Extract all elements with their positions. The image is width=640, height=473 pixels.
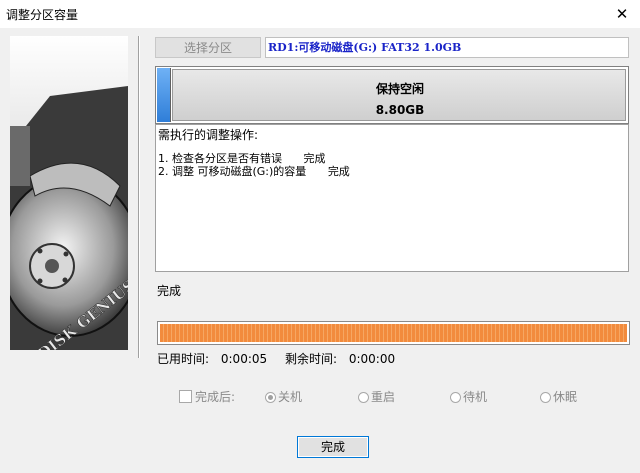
elapsed-label: 已用时间: <box>157 352 210 366</box>
partition-used-segment <box>157 68 171 122</box>
radio-icon[interactable] <box>265 392 276 403</box>
operations-list: 需执行的调整操作: 1. 检查各分区是否有错误 完成 2. 调整 可移动磁盘(G… <box>155 124 629 272</box>
status-text: 完成 <box>157 284 182 298</box>
disk-genius-logo-image: DISK GENIUS <box>10 36 128 350</box>
checkbox-icon[interactable] <box>179 390 192 403</box>
progress-fill <box>160 324 627 342</box>
dialog-window: 调整分区容量 ✕ DISK GENIUS 选择分区 RD1:可移动磁盘(G:) <box>0 0 640 473</box>
vertical-divider <box>138 36 140 358</box>
window-title: 调整分区容量 <box>6 8 79 22</box>
title-bar: 调整分区容量 ✕ <box>0 0 640 28</box>
progress-bar <box>157 321 630 345</box>
option-restart[interactable]: 重启 <box>358 388 395 405</box>
free-size: 8.80GB <box>375 103 425 117</box>
select-partition-button[interactable]: 选择分区 <box>155 37 261 58</box>
partition-map: 保持空闲 8.80GB <box>155 66 629 124</box>
time-info: 已用时间: 0:00:05 剩余时间: 0:00:00 <box>157 350 395 367</box>
operation-item: 2. 调整 可移动磁盘(G:)的容量 完成 <box>158 165 350 178</box>
elapsed-value: 0:00:05 <box>220 352 268 366</box>
free-label: 保持空闲 <box>375 82 424 96</box>
option-hibernate[interactable]: 休眠 <box>540 388 577 405</box>
radio-icon[interactable] <box>358 392 369 403</box>
partition-free-segment: 保持空闲 8.80GB <box>172 69 626 121</box>
remaining-value: 0:00:00 <box>348 352 396 366</box>
remaining-label: 剩余时间: <box>284 352 338 366</box>
option-shutdown[interactable]: 关机 <box>265 388 302 405</box>
after-complete-checkbox[interactable]: 完成后: <box>179 388 235 405</box>
radio-icon[interactable] <box>540 392 551 403</box>
operations-header: 需执行的调整操作: <box>158 128 259 142</box>
done-button[interactable]: 完成 <box>297 436 369 458</box>
close-icon[interactable]: ✕ <box>606 1 638 27</box>
option-standby[interactable]: 待机 <box>450 388 487 405</box>
disk-info-field: RD1:可移动磁盘(G:) FAT32 1.0GB <box>265 37 629 58</box>
radio-icon[interactable] <box>450 392 461 403</box>
